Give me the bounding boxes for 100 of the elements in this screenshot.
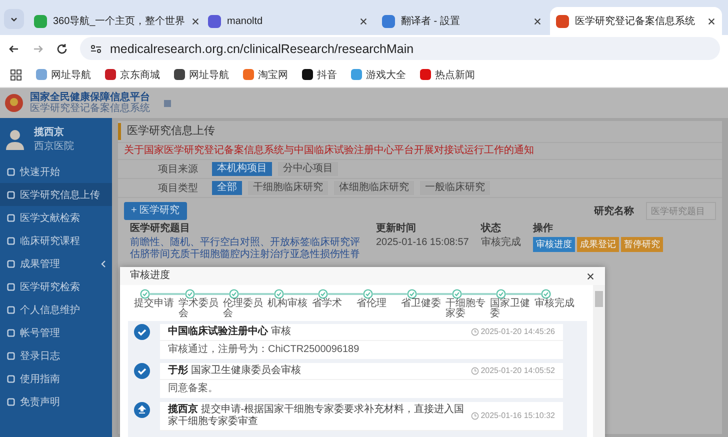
filter-option[interactable]: 体细胞临床研究 — [334, 181, 414, 195]
notice-link[interactable]: 关于国家医学研究登记备案信息系统与中国临床试验注册中心平台开展对接试运行工作的通知 — [118, 142, 722, 160]
site-icon — [208, 14, 221, 28]
filter-option[interactable]: 本机构项目 — [212, 162, 272, 176]
user-name: 揽西京 — [34, 125, 65, 139]
site-settings-icon — [90, 42, 102, 54]
sidebar-item[interactable]: 快速开始 — [0, 160, 112, 183]
site-icon — [34, 14, 47, 28]
close-icon[interactable] — [191, 16, 200, 26]
menu-item-icon — [6, 258, 16, 268]
row-action-button[interactable]: 成果登记 — [576, 237, 619, 252]
filter-option[interactable]: 一般临床研究 — [420, 181, 490, 195]
sidebar-item[interactable]: 医学研究检索 — [0, 275, 112, 298]
browser-tab[interactable]: 翻译者 - 設置 — [376, 7, 548, 35]
sidebar-item[interactable]: 使用指南 — [0, 367, 112, 390]
sidebar-item[interactable]: 医学文献检索 — [0, 206, 112, 229]
event-comment: 审核通过，注册号为：ChiCTR2500096189 — [167, 342, 360, 357]
step-label: 审核完成 — [534, 299, 574, 309]
user-organization: 西京医院 — [34, 140, 74, 153]
back-icon — [8, 42, 20, 54]
menu-item-icon — [6, 396, 16, 406]
close-icon[interactable] — [533, 16, 542, 26]
research-title-link[interactable]: 前瞻性、随机、平行空白对照、开放标签临床研究评估脐带间充质干细胞髓腔内注射治疗亚急性损伤性脊 — [124, 236, 370, 262]
system-subtitle: 医学研究登记备案信息系统 — [30, 103, 150, 114]
add-research-button[interactable]: + 医学研究 — [124, 202, 187, 220]
browser-tab[interactable]: manoltd — [202, 7, 374, 35]
event-heading: 揽西京 提交申请-根据国家干细胞专家委要求补充材料，直接进入国家干细胞专家委审查 — [168, 404, 465, 428]
bookmark-link[interactable]: 抖音 — [302, 68, 337, 82]
site-icon — [382, 14, 395, 28]
sidebar-item[interactable]: 登录日志 — [0, 344, 112, 367]
address-bar[interactable]: medicalresearch.org.cn/clinicalResearch/researchMain — [80, 37, 720, 60]
menu-item-icon — [6, 304, 16, 314]
filter-option[interactable]: 全部 — [212, 181, 242, 195]
step-label: 干细胞专家委 — [446, 299, 486, 319]
filter-label: 项目来源 — [158, 162, 199, 176]
step-label: 提交申请 — [134, 299, 174, 309]
step-label: 伦理委员会 — [223, 299, 264, 319]
url-text: medicalresearch.org.cn/clinicalResearch/researchMain — [110, 42, 414, 56]
step-label: 机构审核 — [268, 299, 308, 309]
close-icon[interactable] — [707, 16, 716, 26]
reload-icon — [56, 42, 68, 54]
step-label: 国家卫健委 — [490, 299, 531, 319]
menu-item-icon — [6, 190, 16, 200]
menu-item-icon — [6, 328, 16, 338]
sidebar-item[interactable]: 帐号管理 — [0, 321, 112, 344]
menu-item-icon — [6, 236, 16, 246]
sidebar-item[interactable]: 临床研究课程 — [0, 229, 112, 252]
column-header: 医学研究题目 — [129, 222, 191, 236]
sidebar-item[interactable]: 医学研究信息上传 — [0, 183, 112, 206]
sidebar-item[interactable]: 成果管理 — [0, 252, 112, 275]
scrollbar[interactable] — [593, 285, 605, 437]
site-icon — [556, 14, 569, 28]
avatar-icon — [4, 128, 26, 150]
menu-item-icon — [6, 166, 16, 176]
event-comment: 同意备案。 — [167, 382, 219, 396]
apps-grid-icon — [10, 68, 22, 80]
table-cell-text: 审核完成 — [480, 236, 522, 250]
menu-item-icon — [6, 282, 16, 292]
bookmark-link[interactable]: 网址导航 — [36, 68, 91, 82]
step-label: 省伦理 — [356, 299, 386, 309]
menu-item-icon — [6, 212, 16, 222]
bookmark-link[interactable]: 网址导航 — [174, 68, 229, 82]
dialog-title: 审核进度 — [130, 270, 171, 282]
step-label: 学术委员会 — [178, 299, 220, 319]
upload-circle-icon — [134, 402, 150, 418]
event-time: 2025-01-20 14:45:26 — [480, 326, 555, 338]
step-label: 省学术 — [312, 299, 342, 309]
bookmark-link[interactable]: 淘宝网 — [243, 68, 288, 82]
column-header: 更新时间 — [375, 222, 417, 236]
row-action-button[interactable]: 审核进度 — [532, 237, 575, 252]
step-label: 省卫健委 — [401, 299, 441, 309]
menu-toggle-icon[interactable] — [164, 100, 171, 106]
row-action-button[interactable]: 暂停研究 — [620, 237, 663, 252]
filter-label: 项目类型 — [158, 182, 199, 195]
clock-icon — [470, 367, 479, 375]
page-title: 医学研究信息上传 — [118, 123, 722, 140]
bookmark-link[interactable]: 热点新闻 — [420, 68, 475, 82]
clock-icon — [470, 328, 479, 336]
tab-list-button[interactable] — [4, 9, 24, 29]
close-button[interactable] — [586, 272, 595, 280]
browser-tab[interactable]: 医学研究登记备案信息系统 — [550, 7, 722, 35]
column-header: 状态 — [480, 222, 502, 236]
filter-option[interactable]: 干细胞临床研究 — [248, 181, 328, 195]
platform-title: 国家全民健康保障信息平台 — [30, 92, 150, 103]
clock-icon — [470, 412, 479, 420]
bookmark-link[interactable]: 京东商城 — [105, 68, 160, 82]
search-label: 研究名称 — [594, 204, 634, 218]
close-icon[interactable] — [359, 16, 368, 26]
emblem-icon — [4, 93, 24, 113]
filter-option[interactable]: 分中心项目 — [278, 162, 338, 176]
menu-item-icon — [6, 374, 16, 384]
table-cell-text: 2025-01-16 15:08:57 — [375, 236, 470, 250]
search-field[interactable]: 医学研究题目 — [646, 202, 716, 220]
event-heading: 于彤 国家卫生健康委员会审核 — [168, 365, 302, 377]
sidebar-item[interactable]: 个人信息维护 — [0, 298, 112, 321]
browser-tab[interactable]: 360导航_一个主页，整个世界 — [28, 7, 200, 35]
bookmark-link[interactable]: 游戏大全 — [351, 68, 406, 82]
sidebar-item[interactable]: 免责声明 — [0, 390, 112, 413]
check-circle-icon — [134, 324, 150, 340]
event-heading: 中国临床试验注册中心 审核 — [168, 326, 292, 338]
